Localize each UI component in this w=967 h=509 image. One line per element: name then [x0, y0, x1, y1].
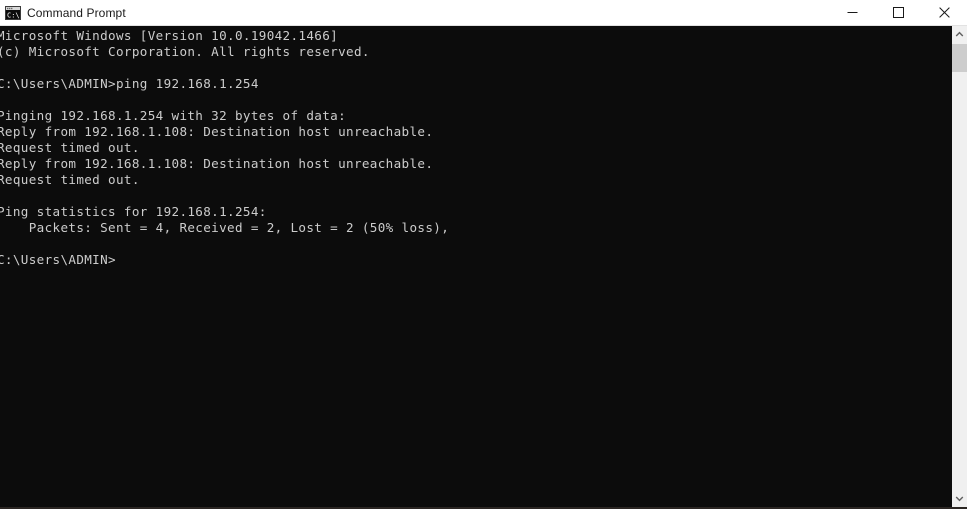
titlebar[interactable]: C:\ Command Prompt	[0, 0, 967, 26]
minimize-icon	[847, 12, 857, 13]
chevron-down-icon	[955, 496, 964, 502]
window-title: Command Prompt	[27, 5, 126, 20]
scrollbar-track[interactable]	[952, 43, 967, 490]
close-icon	[938, 7, 950, 18]
terminal-output[interactable]: Microsoft Windows [Version 10.0.19042.14…	[0, 26, 951, 507]
chevron-up-icon	[955, 31, 964, 37]
scrollbar-thumb[interactable]	[952, 44, 967, 72]
close-button[interactable]	[921, 0, 967, 25]
vertical-scrollbar[interactable]	[951, 26, 967, 507]
maximize-icon	[892, 7, 904, 18]
scroll-down-button[interactable]	[952, 490, 967, 507]
svg-text:C:\: C:\	[7, 11, 20, 19]
maximize-button[interactable]	[875, 0, 921, 25]
command-prompt-window: C:\ Command Prompt Microsoft Windows [Ve…	[0, 0, 967, 509]
console-icon: C:\	[5, 5, 21, 20]
scroll-up-button[interactable]	[952, 26, 967, 43]
terminal-text: Microsoft Windows [Version 10.0.19042.14…	[0, 28, 450, 267]
caption-buttons	[829, 0, 967, 25]
console-area: Microsoft Windows [Version 10.0.19042.14…	[0, 26, 967, 507]
minimize-button[interactable]	[829, 0, 875, 25]
